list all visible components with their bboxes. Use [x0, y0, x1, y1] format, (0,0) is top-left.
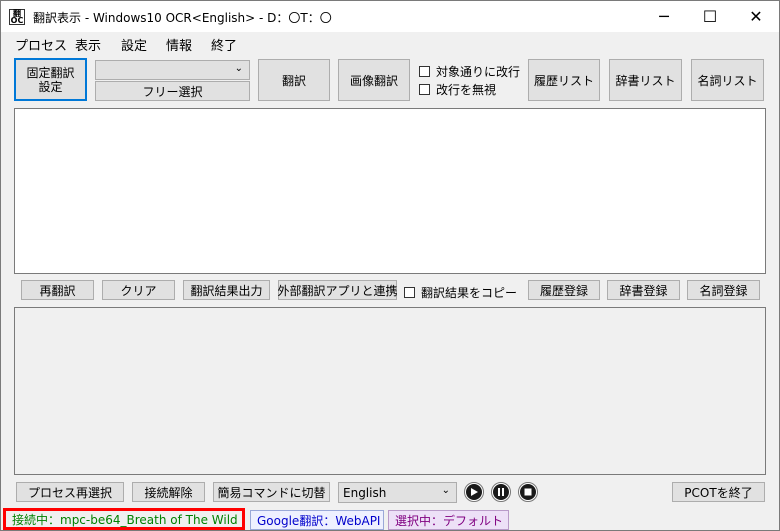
status-selection-text: 選択中：デフォルト — [395, 513, 504, 528]
translate-button[interactable]: 翻訳 — [258, 59, 330, 101]
copy-result-checkbox[interactable]: 翻訳結果をコピー — [404, 284, 517, 301]
maximize-button[interactable]: ☐ — [687, 1, 733, 32]
status-translator-text: Google翻訳：WebAPI — [257, 513, 381, 528]
chevron-down-icon: ⌄ — [441, 485, 450, 496]
history-list-label: 履歴リスト — [533, 73, 594, 88]
menu-process[interactable]: プロセス — [15, 35, 67, 54]
external-app-link-label: 外部翻訳アプリと連携 — [277, 283, 398, 298]
minimize-icon: ─ — [659, 7, 669, 26]
reselect-process-label: プロセス再選択 — [27, 485, 112, 500]
minimize-button[interactable]: ─ — [641, 1, 687, 32]
menu-view[interactable]: 表示 — [75, 35, 101, 54]
close-button[interactable]: ✕ — [733, 1, 779, 32]
menu-bar: プロセス 表示 設定 情報 終了 — [1, 32, 779, 54]
stop-button[interactable] — [518, 482, 538, 502]
window-title: 翻訳表示 - Windows10 OCR<English> - D：〇T：〇 — [33, 11, 332, 25]
history-register-button[interactable]: 履歴登録 — [528, 280, 600, 300]
copy-result-label: 翻訳結果をコピー — [421, 286, 518, 300]
menu-exit[interactable]: 終了 — [211, 35, 237, 54]
noun-list-label: 名詞リスト — [697, 73, 758, 88]
checkbox-box[interactable] — [419, 66, 430, 77]
fixed-translation-label-line1: 固定翻訳 — [26, 65, 75, 80]
history-register-label: 履歴登録 — [539, 283, 588, 298]
region-combobox[interactable]: ⌄ — [95, 60, 250, 80]
maximize-icon: ☐ — [702, 7, 718, 26]
exit-pcot-button[interactable]: PCOTを終了 — [672, 482, 765, 502]
disconnect-button[interactable]: 接続解除 — [132, 482, 205, 502]
stop-icon — [520, 484, 536, 500]
export-result-button[interactable]: 翻訳結果出力 — [183, 280, 270, 300]
status-selection: 選択中：デフォルト — [388, 510, 509, 530]
checkbox-box[interactable] — [419, 84, 430, 95]
free-select-button[interactable]: フリー選択 — [95, 81, 250, 101]
translation-output-area[interactable] — [14, 307, 766, 475]
reselect-process-button[interactable]: プロセス再選択 — [16, 482, 124, 502]
close-icon: ✕ — [749, 7, 763, 26]
clear-label: クリア — [120, 283, 157, 298]
fixed-translation-settings-button[interactable]: 固定翻訳 設定 — [14, 58, 87, 101]
exit-pcot-label: PCOTを終了 — [684, 485, 753, 500]
retranslate-label: 再翻訳 — [39, 283, 76, 298]
status-connection-text: 接続中：mpc-be64_Breath of The Wild — [12, 512, 238, 527]
image-translate-label: 画像翻訳 — [349, 73, 398, 88]
image-translate-button[interactable]: 画像翻訳 — [338, 59, 410, 101]
menu-settings[interactable]: 設定 — [121, 35, 147, 54]
translate-label: 翻訳 — [281, 73, 306, 88]
fixed-translation-label-line2: 設定 — [38, 79, 63, 94]
language-select[interactable]: English ⌄ — [338, 482, 457, 503]
status-connection: 接続中：mpc-be64_Breath of The Wild — [3, 508, 245, 530]
dictionary-register-label: 辞書登録 — [619, 283, 668, 298]
source-text-area[interactable] — [14, 108, 766, 274]
noun-list-button[interactable]: 名詞リスト — [691, 59, 764, 101]
play-button[interactable] — [464, 482, 484, 502]
language-select-value: English — [343, 486, 387, 500]
app-window: 翻 OC 翻訳表示 - Windows10 OCR<English> - D：〇T… — [0, 0, 780, 531]
linebreak-as-source-label: 対象通りに改行 — [436, 65, 521, 79]
menu-info[interactable]: 情報 — [166, 35, 192, 54]
clear-button[interactable]: クリア — [102, 280, 175, 300]
checkbox-box[interactable] — [404, 287, 415, 298]
simple-command-label: 簡易コマンドに切替 — [217, 485, 326, 500]
free-select-label: フリー選択 — [142, 84, 203, 99]
play-icon — [466, 484, 482, 500]
ignore-linebreak-label: 改行を無視 — [436, 83, 497, 97]
status-translator: Google翻訳：WebAPI — [250, 510, 384, 530]
retranslate-button[interactable]: 再翻訳 — [21, 280, 94, 300]
ignore-linebreak-checkbox[interactable]: 改行を無視 — [419, 81, 496, 98]
chevron-down-icon: ⌄ — [234, 63, 243, 74]
pause-button[interactable] — [491, 482, 511, 502]
export-result-label: 翻訳結果出力 — [190, 283, 263, 298]
dictionary-list-label: 辞書リスト — [615, 73, 676, 88]
simple-command-button[interactable]: 簡易コマンドに切替 — [213, 482, 330, 502]
disconnect-label: 接続解除 — [144, 485, 193, 500]
pause-icon — [493, 484, 509, 500]
title-bar[interactable]: 翻 OC 翻訳表示 - Windows10 OCR<English> - D：〇T… — [1, 1, 779, 32]
history-list-button[interactable]: 履歴リスト — [528, 59, 600, 101]
linebreak-as-source-checkbox[interactable]: 対象通りに改行 — [419, 63, 520, 80]
app-logo-icon: 翻 OC — [9, 9, 25, 25]
dictionary-list-button[interactable]: 辞書リスト — [609, 59, 682, 101]
noun-register-label: 名詞登録 — [699, 283, 748, 298]
noun-register-button[interactable]: 名詞登録 — [687, 280, 760, 300]
dictionary-register-button[interactable]: 辞書登録 — [607, 280, 680, 300]
external-app-link-button[interactable]: 外部翻訳アプリと連携 — [277, 280, 398, 300]
